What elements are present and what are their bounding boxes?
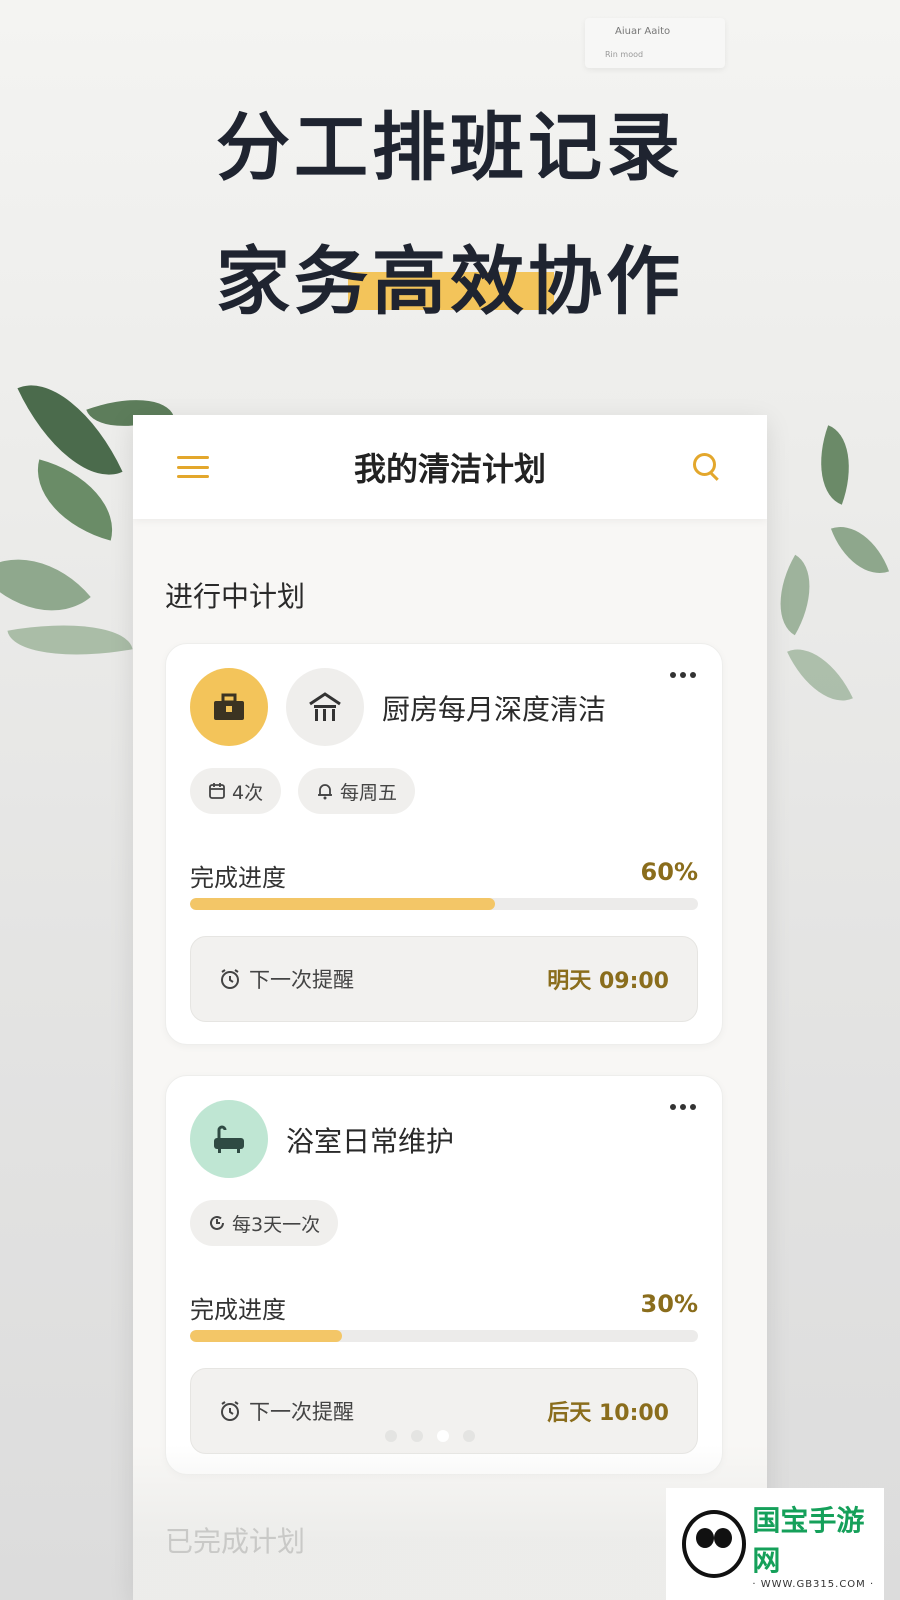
chip-count[interactable]: 4次 xyxy=(190,768,282,814)
reminder-box[interactable]: 下一次提醒 明天 09:00 xyxy=(190,936,698,1022)
watermark-logo: 国宝手游网 · WWW.GB315.COM · xyxy=(666,1488,884,1600)
page-dot[interactable] xyxy=(411,1430,423,1442)
bell-icon xyxy=(318,784,332,800)
progress-bar xyxy=(190,1330,698,1342)
watermark-url: · WWW.GB315.COM · xyxy=(752,1578,875,1590)
chip-label: 每3天一次 xyxy=(232,1213,321,1236)
progress-fill xyxy=(190,1330,343,1342)
plan-name: 厨房每月深度清洁 xyxy=(382,693,607,726)
more-options-icon[interactable] xyxy=(670,672,696,678)
house-icon xyxy=(286,668,364,746)
page-indicator[interactable] xyxy=(385,1430,475,1442)
page-title: 我的清洁计划 xyxy=(353,450,546,488)
toolbox-icon xyxy=(190,668,268,746)
app-top-bar: 我的清洁计划 xyxy=(133,415,767,519)
section-title-done: 已完成计划 xyxy=(165,1525,306,1558)
progress-label: 完成进度 xyxy=(190,864,286,892)
bathtub-icon xyxy=(190,1100,268,1178)
progress-value: 30% xyxy=(640,1290,698,1318)
plan-card-kitchen[interactable]: 厨房每月深度清洁 4次 每周五 完成进度 60% 下一次提醒 明天 09:00 xyxy=(165,643,723,1045)
panda-logo-icon xyxy=(682,1510,747,1578)
chip-label: 每周五 xyxy=(340,781,398,804)
watermark-name: 国宝手游网 xyxy=(752,1503,865,1577)
page-dot-active[interactable] xyxy=(437,1430,449,1442)
chip-schedule[interactable]: 每周五 xyxy=(298,768,416,814)
reminder-time: 后天 10:00 xyxy=(547,1401,669,1426)
alarm-clock-icon xyxy=(221,1401,239,1421)
chip-label: 4次 xyxy=(232,781,264,804)
plan-name: 浴室日常维护 xyxy=(286,1125,455,1158)
progress-label: 完成进度 xyxy=(190,1296,286,1324)
background-notecard: Aiuar Aaito Rin mood xyxy=(585,18,725,68)
calendar-icon xyxy=(209,783,225,799)
progress-bar xyxy=(190,898,698,910)
reminder-time: 明天 09:00 xyxy=(547,969,669,994)
more-options-icon[interactable] xyxy=(670,1104,696,1110)
page-dot[interactable] xyxy=(463,1430,475,1442)
refresh-icon xyxy=(210,1215,224,1230)
progress-fill xyxy=(190,898,495,910)
page-dot[interactable] xyxy=(385,1430,397,1442)
phone-screen: 我的清洁计划 进行中计划 厨房每月深度清洁 4次 每周五 完成进度 60% 下一… xyxy=(133,415,767,1600)
notecard-line1: Aiuar Aaito xyxy=(615,26,671,37)
progress-value: 60% xyxy=(640,858,698,886)
section-title-active: 进行中计划 xyxy=(165,580,306,613)
reminder-label: 下一次提醒 xyxy=(249,968,354,992)
alarm-clock-icon xyxy=(221,969,239,989)
reminder-label: 下一次提醒 xyxy=(249,1400,354,1424)
plan-card-bathroom[interactable]: 浴室日常维护 每3天一次 完成进度 30% 下一次提醒 后天 10:00 xyxy=(165,1075,723,1475)
chip-frequency[interactable]: 每3天一次 xyxy=(190,1200,339,1246)
headline-line2: 家务高效协作 xyxy=(216,239,684,325)
headline-line1: 分工排班记录 xyxy=(216,105,684,191)
menu-icon[interactable] xyxy=(177,456,209,478)
search-icon[interactable] xyxy=(691,451,723,483)
notecard-line2: Rin mood xyxy=(605,50,644,59)
